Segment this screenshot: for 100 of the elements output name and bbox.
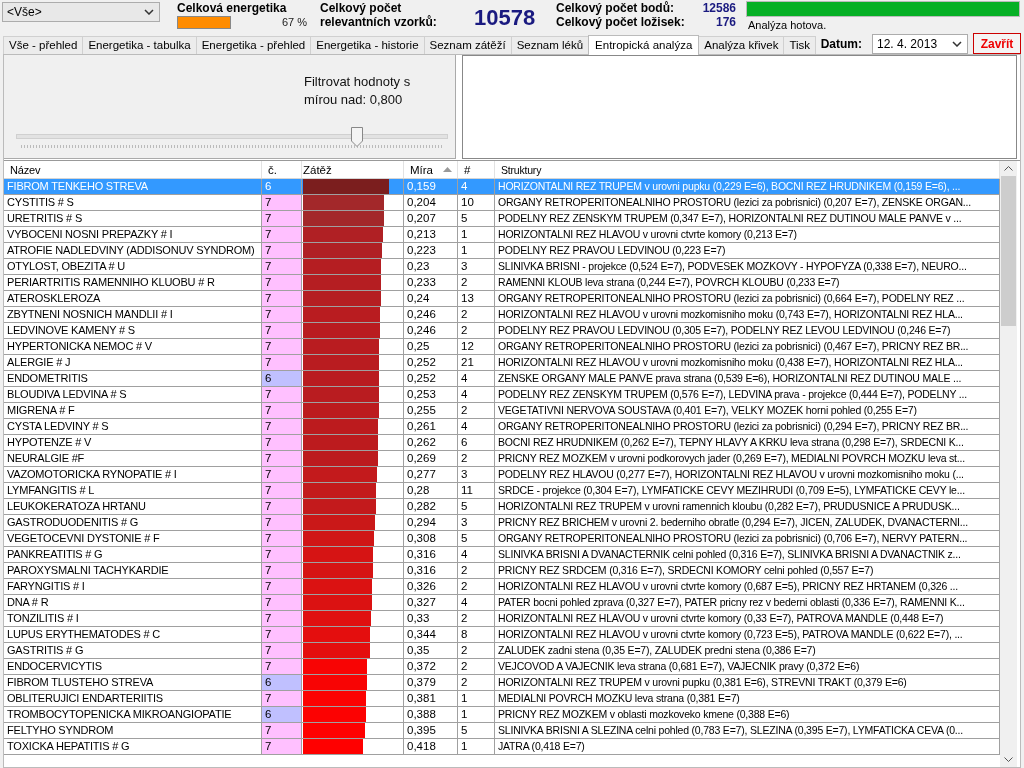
table-cell: 4 xyxy=(458,547,495,562)
table-cell: 2 xyxy=(458,611,495,626)
table-cell: 0,381 xyxy=(404,691,458,706)
filter-combo[interactable]: <Vše> xyxy=(2,2,160,22)
dropdown-icon xyxy=(144,9,154,15)
column-header[interactable]: Název xyxy=(4,161,262,178)
table-cell: 2 xyxy=(458,307,495,322)
table-cell: 7 xyxy=(262,483,302,498)
table-cell: 12 xyxy=(458,339,495,354)
scrollbar[interactable] xyxy=(1000,161,1017,767)
tab[interactable]: Seznam zátěží xyxy=(423,36,512,54)
table-cell: 6 xyxy=(458,435,495,450)
table-cell: 6 xyxy=(262,371,302,386)
table-cell: 0,388 xyxy=(404,707,458,722)
table-cell: 7 xyxy=(262,435,302,450)
table-cell: 7 xyxy=(262,227,302,242)
column-header[interactable]: # xyxy=(458,161,495,178)
table-cell: 7 xyxy=(262,451,302,466)
tab[interactable]: Energetika - tabulka xyxy=(82,36,197,54)
column-header[interactable]: Zátěž xyxy=(302,161,404,178)
table-cell: 7 xyxy=(262,691,302,706)
table-cell: 0,372 xyxy=(404,659,458,674)
table-cell: 7 xyxy=(262,403,302,418)
table-cell: 7 xyxy=(262,579,302,594)
table-cell: FIBROM TENKEHO STREVA xyxy=(4,179,262,194)
table-cell: 1 xyxy=(458,707,495,722)
table-cell: 6 xyxy=(262,707,302,722)
table-cell: 0,269 xyxy=(404,451,458,466)
sort-icon xyxy=(443,167,452,172)
table-cell: 0,25 xyxy=(404,339,458,354)
table-cell: 7 xyxy=(262,515,302,530)
table-cell: 0,261 xyxy=(404,419,458,434)
table-cell: 0,262 xyxy=(404,435,458,450)
table-cell: 2 xyxy=(458,579,495,594)
filter-slider[interactable] xyxy=(16,125,448,149)
table-cell: 7 xyxy=(262,531,302,546)
tab[interactable]: Seznam léků xyxy=(510,36,590,54)
table-cell: 0,255 xyxy=(404,403,458,418)
scroll-thumb[interactable] xyxy=(1001,176,1016,326)
samples-label: Celkový počet relevantních vzorků: xyxy=(320,1,438,29)
table-cell: 5 xyxy=(458,723,495,738)
table-cell: 7 xyxy=(262,275,302,290)
table-cell: 0,246 xyxy=(404,323,458,338)
table-cell: 7 xyxy=(262,323,302,338)
scroll-down-icon[interactable] xyxy=(1004,757,1013,762)
table-cell: 7 xyxy=(262,723,302,738)
table-cell: 2 xyxy=(458,659,495,674)
tab[interactable]: Analýza křivek xyxy=(698,36,785,54)
table-cell: 0,379 xyxy=(404,675,458,690)
table-cell: 7 xyxy=(262,387,302,402)
points-label: Celkový počet bodů: xyxy=(556,1,674,15)
table-cell: 2 xyxy=(458,563,495,578)
slider-thumb[interactable] xyxy=(351,127,364,147)
column-header[interactable]: č. xyxy=(262,161,302,178)
tab[interactable]: Entropická analýza xyxy=(588,35,700,55)
table-cell: 8 xyxy=(458,627,495,642)
table-cell: 2 xyxy=(458,403,495,418)
table-cell: 0,395 xyxy=(404,723,458,738)
table-cell: 5 xyxy=(458,211,495,226)
foci-count: 176 xyxy=(715,15,736,29)
date-picker[interactable]: 12. 4. 2013 xyxy=(872,34,968,54)
table-cell: 2 xyxy=(458,323,495,338)
table-cell: 7 xyxy=(262,355,302,370)
table-cell: 0,327 xyxy=(404,595,458,610)
column-header[interactable]: Míra xyxy=(404,161,458,178)
table-cell: 7 xyxy=(262,563,302,578)
table-cell: 7 xyxy=(262,291,302,306)
table-cell: 0,223 xyxy=(404,243,458,258)
table-cell: 0,24 xyxy=(404,291,458,306)
foci-label: Celkový počet ložisek: xyxy=(556,15,685,29)
table-cell: 2 xyxy=(458,451,495,466)
table-cell: 2 xyxy=(458,675,495,690)
tab[interactable]: Tisk xyxy=(783,36,817,54)
table-cell: 5 xyxy=(458,499,495,514)
table-cell: 6 xyxy=(262,675,302,690)
close-button[interactable]: Zavřít xyxy=(973,33,1021,54)
table-cell: 0,252 xyxy=(404,355,458,370)
energy-percent: 67 % xyxy=(281,16,307,28)
table-cell: 3 xyxy=(458,467,495,482)
tab[interactable]: Energetika - historie xyxy=(310,36,425,54)
table-cell: 7 xyxy=(262,419,302,434)
table-cell: 11 xyxy=(458,483,495,498)
table-cell: 0,344 xyxy=(404,627,458,642)
table-cell: 0,23 xyxy=(404,259,458,274)
text-area[interactable] xyxy=(462,55,1017,159)
table-cell: 6 xyxy=(262,179,302,194)
tab[interactable]: Vše - přehled xyxy=(3,36,84,54)
table-cell: 1 xyxy=(458,243,495,258)
table-cell: 5 xyxy=(458,531,495,546)
table-cell: 7 xyxy=(262,739,302,754)
table-cell: 7 xyxy=(262,243,302,258)
table-cell: 1 xyxy=(458,691,495,706)
table-cell: 7 xyxy=(262,339,302,354)
table-cell: 0,252 xyxy=(404,371,458,386)
table-cell: 7 xyxy=(262,659,302,674)
table-cell: 7 xyxy=(262,307,302,322)
table-cell: 0,294 xyxy=(404,515,458,530)
tab[interactable]: Energetika - přehled xyxy=(195,36,312,54)
scroll-up-icon[interactable] xyxy=(1004,166,1013,171)
table-cell: 4 xyxy=(458,387,495,402)
